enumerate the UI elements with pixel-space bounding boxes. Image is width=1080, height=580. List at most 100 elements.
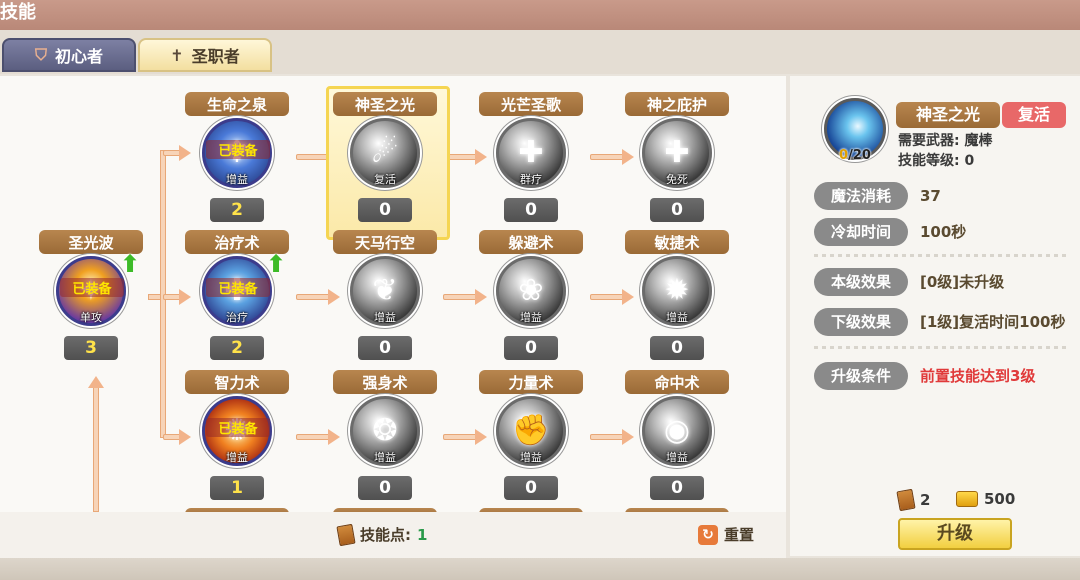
skill-type-label: 增益 [374, 451, 396, 464]
reset-button[interactable]: ↻ 重置 [698, 524, 754, 545]
skill-name: 智力术 [185, 370, 289, 394]
equipped-badge: 已装备 [206, 140, 270, 159]
skill-level-max: /20 [848, 148, 871, 163]
tab-cleric[interactable]: ✝ 圣职者 [138, 38, 272, 72]
stat-label-mana-cost: 魔法消耗 [814, 182, 908, 210]
pegasus-glyph: ❦ [372, 273, 398, 308]
gold-cost-value: 500 [984, 490, 1016, 508]
reset-label: 重置 [724, 526, 755, 544]
stat-label-current-effect: 本级效果 [814, 268, 908, 296]
detail-skill-name: 神圣之光 [896, 102, 1000, 128]
window-titlebar: 技能 [0, 0, 1080, 30]
book-cost-value: 2 [920, 491, 931, 509]
skill-points: 技能点: 1 [336, 523, 428, 546]
upgrade-available-icon: ⬆ [266, 250, 287, 278]
skill-type-label: 增益 [226, 173, 248, 186]
skill-node-evasion[interactable]: 躲避术 ❀ 增益 0 [476, 230, 586, 370]
eye-glyph: ◉ [663, 413, 691, 448]
skill-level: 0 [358, 198, 412, 222]
skill-type-label: 增益 [520, 451, 542, 464]
cross-icon: ✝ [170, 45, 184, 65]
class-tab-bar: ⛉ 初心者 ✝ 圣职者 [0, 30, 1080, 74]
skill-node-fountain-of-life[interactable]: 生命之泉 ♆ 已装备 增益 2 [182, 92, 292, 232]
gold-icon [956, 491, 978, 507]
skill-name: 神之庇护 [625, 92, 729, 116]
skill-name: 敏捷术 [625, 230, 729, 254]
skill-name: 力量术 [479, 370, 583, 394]
stat-label-next-effect: 下级效果 [814, 308, 908, 336]
tab-cleric-label: 圣职者 [191, 47, 240, 66]
skill-type-label: 增益 [226, 451, 248, 464]
equipped-badge: 已装备 [206, 418, 270, 437]
skill-node-strength[interactable]: 力量术 ✊ 增益 0 [476, 370, 586, 510]
skill-node-divine-light[interactable]: 神圣之光 ☄ 复活 0 [326, 86, 450, 240]
agility-glyph: ✹ [664, 273, 690, 308]
reset-icon: ↻ [698, 524, 718, 545]
skill-book-icon [896, 488, 916, 512]
skill-node-heal[interactable]: 治疗术 ✚ 已装备 治疗 2 ⬆ [182, 230, 292, 370]
skill-detail-panel: 0/20 神圣之光 复活 需要武器: 魔棒 技能等级: 0 魔法消耗 37 冷却… [790, 76, 1080, 556]
equipped-badge: 已装备 [206, 278, 270, 297]
skill-tree-panel: 圣光波 ✦ 已装备 单攻 3 ⬆ 生命之泉 ♆ 已装备 增益 2 治疗术 ✚ 已… [0, 76, 786, 512]
required-weapon: 需要武器: 魔棒 [898, 133, 993, 149]
skill-node-agility[interactable]: 敏捷术 ✹ 增益 0 [622, 230, 732, 370]
skill-type-label: 增益 [666, 311, 688, 324]
fist-glyph: ✊ [512, 413, 550, 448]
skill-type-label: 免死 [666, 173, 688, 186]
upgrade-available-icon: ⬆ [120, 250, 141, 278]
skill-type-label: 增益 [666, 451, 688, 464]
skill-node-radiant-hymn[interactable]: 光芒圣歌 ✚ 群疗 0 [476, 92, 586, 232]
skill-level: 2 [210, 336, 264, 360]
skill-level: 0 [358, 336, 412, 360]
skill-level: 0 [504, 198, 558, 222]
radiant-hymn-glyph: ✚ [518, 135, 544, 170]
skill-node-divine-protection[interactable]: 神之庇护 ✚ 免死 0 [622, 92, 732, 232]
skill-type-label: 复活 [374, 173, 396, 186]
skill-level: 3 [64, 336, 118, 360]
skill-points-bar: 技能点: 1 ↻ 重置 [0, 512, 786, 558]
skill-type-label: 增益 [520, 311, 542, 324]
skill-name: 躲避术 [479, 230, 583, 254]
skill-points-value: 1 [417, 525, 428, 544]
skill-node-accuracy[interactable]: 命中术 ◉ 增益 0 [622, 370, 732, 510]
divine-light-glyph: ☄ [371, 135, 399, 170]
skill-level: 1 [210, 476, 264, 500]
skill-node-holy-light-wave[interactable]: 圣光波 ✦ 已装备 单攻 3 ⬆ [36, 230, 146, 370]
skill-level: 0 [650, 198, 704, 222]
skill-level: 0 [504, 476, 558, 500]
stat-value-current-effect: [0级]未升级 [920, 273, 1005, 291]
skill-node-pegasus[interactable]: 天马行空 ❦ 增益 0 [330, 230, 440, 370]
skill-node-fortify[interactable]: 强身术 ❂ 增益 0 [330, 370, 440, 510]
stat-value-mana-cost: 37 [920, 187, 941, 205]
skill-level: 0 [650, 336, 704, 360]
stat-value-cooldown: 100秒 [920, 223, 967, 241]
upgrade-button[interactable]: 升级 [898, 518, 1012, 550]
skill-type-label: 增益 [374, 311, 396, 324]
skill-name: 光芒圣歌 [479, 92, 583, 116]
tab-novice[interactable]: ⛉ 初心者 [2, 38, 136, 72]
divine-protection-glyph: ✚ [664, 135, 690, 170]
skill-book-icon [336, 523, 356, 546]
skill-points-label: 技能点: [360, 526, 411, 544]
gold-cost: 500 [956, 490, 1015, 508]
tab-novice-label: 初心者 [55, 47, 104, 66]
skill-type-label: 单攻 [80, 311, 102, 324]
skill-node-intellect[interactable]: 智力术 ✺ 已装备 增益 1 [182, 370, 292, 510]
skill-name: 生命之泉 [185, 92, 289, 116]
skill-level: 0 [358, 476, 412, 500]
divider [814, 254, 1070, 257]
skill-level-text: 技能等级: 0 [898, 153, 975, 169]
skill-name: 天马行空 [333, 230, 437, 254]
skill-name: 神圣之光 [333, 92, 437, 116]
stat-label-cooldown: 冷却时间 [814, 218, 908, 246]
skill-type-label: 群疗 [520, 173, 542, 186]
skill-level-current: 0 [839, 148, 849, 163]
divider [814, 346, 1070, 349]
book-cost: 2 [896, 488, 931, 512]
detail-skill-tag: 复活 [1002, 102, 1066, 128]
window-bottom-edge [0, 558, 1080, 580]
stat-value-upgrade-condition: 前置技能达到3级 [920, 367, 1036, 385]
skill-level: 0 [504, 336, 558, 360]
fortify-glyph: ❂ [372, 413, 398, 448]
skill-level: 0 [650, 476, 704, 500]
